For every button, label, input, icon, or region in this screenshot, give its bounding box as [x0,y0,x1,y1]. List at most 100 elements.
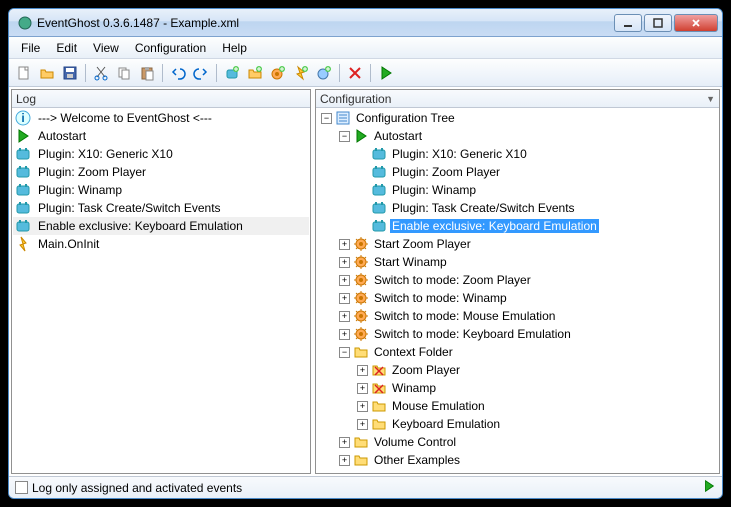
tree-label: Winamp [390,381,438,395]
add-action-button[interactable] [313,62,335,84]
menu-configuration[interactable]: Configuration [127,39,214,57]
log-row[interactable]: Plugin: Zoom Player [13,163,309,181]
tree-label: Switch to mode: Mouse Emulation [372,309,557,323]
tree-label: Switch to mode: Keyboard Emulation [372,327,573,341]
tree-label: Zoom Player [390,363,462,377]
tree-expander[interactable]: − [321,113,332,124]
window-title: EventGhost 0.3.6.1487 - Example.xml [37,16,614,30]
cut-button[interactable] [90,62,112,84]
tree-label: Other Examples [372,453,462,467]
add-folder-button[interactable] [244,62,266,84]
tree-expander[interactable]: + [357,401,368,412]
tree-expander[interactable]: + [339,257,350,268]
toolbar [9,59,722,87]
tree-label: Plugin: Winamp [390,183,478,197]
config-pane-header: Configuration ▼ [316,90,719,108]
checkbox-icon[interactable] [15,481,28,494]
tree-expander[interactable]: − [339,347,350,358]
log-row[interactable]: Autostart [13,127,309,145]
tree-label: Plugin: X10: Generic X10 [390,147,529,161]
tree-row[interactable]: + Keyboard Emulation [317,415,718,433]
log-text: ---> Welcome to EventGhost <--- [38,111,212,125]
menubar: File Edit View Configuration Help [9,37,722,59]
tree-row[interactable]: + Winamp [317,379,718,397]
add-macro-button[interactable] [267,62,289,84]
config-pane: Configuration ▼ −Configuration Tree−Auto… [315,89,720,474]
tree-row[interactable]: + Switch to mode: Mouse Emulation [317,307,718,325]
tree-label: Keyboard Emulation [390,417,502,431]
redo-button[interactable] [190,62,212,84]
tree-row[interactable]: −Context Folder [317,343,718,361]
config-tree[interactable]: −Configuration Tree−AutostartPlugin: X10… [316,108,719,473]
tree-row[interactable]: +Switch to mode: Zoom Player [317,271,718,289]
tree-row[interactable]: +Switch to mode: Winamp [317,289,718,307]
tree-row[interactable]: −Configuration Tree [317,109,718,127]
tree-row[interactable]: Plugin: Zoom Player [317,163,718,181]
maximize-button[interactable] [644,14,672,32]
add-plugin-button[interactable] [221,62,243,84]
tree-row[interactable]: + Other Examples [317,451,718,469]
log-text: Main.OnInit [38,237,99,251]
tree-row[interactable]: + Start Zoom Player [317,235,718,253]
minimize-button[interactable] [614,14,642,32]
menu-edit[interactable]: Edit [48,39,85,57]
log-row[interactable]: Main.OnInit [13,235,309,253]
titlebar[interactable]: EventGhost 0.3.6.1487 - Example.xml [9,9,722,37]
close-button[interactable] [674,14,718,32]
tree-row[interactable]: Enable exclusive: Keyboard Emulation [317,217,718,235]
new-button[interactable] [13,62,35,84]
log-body[interactable]: i ---> Welcome to EventGhost <--- Autostar… [12,108,310,473]
tree-expander[interactable]: + [339,275,350,286]
tree-expander[interactable]: + [339,311,350,322]
execute-button[interactable] [375,62,397,84]
log-row[interactable]: Plugin: Task Create/Switch Events [13,199,309,217]
log-filter-checkbox[interactable]: Log only assigned and activated events [15,481,242,495]
tree-expander[interactable]: + [339,329,350,340]
tree-row[interactable]: + Zoom Player [317,361,718,379]
tree-expander[interactable]: − [339,131,350,142]
tree-row[interactable]: + Mouse Emulation [317,397,718,415]
undo-button[interactable] [167,62,189,84]
log-text: Plugin: X10: Generic X10 [38,147,173,161]
open-button[interactable] [36,62,58,84]
log-row[interactable]: Enable exclusive: Keyboard Emulation [13,217,309,235]
tree-expander[interactable]: + [357,419,368,430]
log-row[interactable]: Plugin: Winamp [13,181,309,199]
tree-expander[interactable]: + [357,383,368,394]
paste-button[interactable] [136,62,158,84]
tree-expander[interactable]: + [339,293,350,304]
log-row[interactable]: i ---> Welcome to EventGhost <--- [13,109,309,127]
tree-row[interactable]: + Switch to mode: Keyboard Emulation [317,325,718,343]
tree-expander[interactable]: + [357,365,368,376]
delete-button[interactable] [344,62,366,84]
log-pane: Log i---> Welcome to EventGhost <---Auto… [11,89,311,474]
tree-label: Start Zoom Player [372,237,473,251]
tree-label: Mouse Emulation [390,399,487,413]
tree-row[interactable]: Plugin: Task Create/Switch Events [317,199,718,217]
menu-file[interactable]: File [13,39,48,57]
tree-row[interactable]: Plugin: Winamp [317,181,718,199]
save-button[interactable] [59,62,81,84]
log-row[interactable]: Plugin: X10: Generic X10 [13,145,309,163]
tree-row[interactable]: +Start Winamp [317,253,718,271]
log-text: Plugin: Task Create/Switch Events [38,201,221,215]
tree-row[interactable]: − Autostart [317,127,718,145]
svg-text:i: i [21,111,24,125]
copy-button[interactable] [113,62,135,84]
tree-expander[interactable]: + [339,455,350,466]
tree-row[interactable]: Plugin: X10: Generic X10 [317,145,718,163]
tree-label: Volume Control [372,435,458,449]
status-play-icon[interactable] [702,479,716,496]
pane-dropdown-icon[interactable]: ▼ [706,94,715,104]
tree-row[interactable]: + Volume Control [317,433,718,451]
statusbar: Log only assigned and activated events [9,476,722,498]
add-event-button[interactable] [290,62,312,84]
menu-view[interactable]: View [85,39,127,57]
log-text: Plugin: Winamp [38,183,122,197]
app-window: EventGhost 0.3.6.1487 - Example.xml File… [8,8,723,499]
menu-help[interactable]: Help [214,39,255,57]
tree-expander[interactable]: + [339,437,350,448]
tree-expander[interactable]: + [339,239,350,250]
tree-label: Enable exclusive: Keyboard Emulation [390,219,599,233]
tree-label: Autostart [372,129,424,143]
